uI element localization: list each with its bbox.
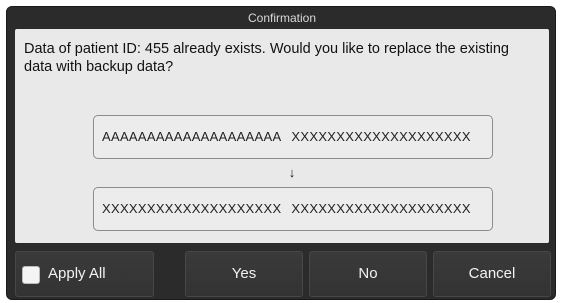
confirmation-message: Data of patient ID: 455 already exists. … [24,41,509,75]
confirmation-dialog: Confirmation Data of patient ID: 455 alr… [6,6,556,300]
button-bar: Apply All Yes No Cancel [7,251,557,299]
dialog-title: Confirmation [247,11,317,25]
existing-data-right: XXXXXXXXXXXXXXXXXXXX [291,129,471,144]
dialog-content: Data of patient ID: 455 already exists. … [15,29,549,243]
apply-all-toggle[interactable]: Apply All [15,251,154,297]
no-button[interactable]: No [309,251,427,297]
existing-data-left: AAAAAAAAAAAAAAAAAAAA [102,129,282,144]
apply-all-checkbox[interactable] [22,266,40,284]
backup-data-left: XXXXXXXXXXXXXXXXXXXX [102,201,282,216]
apply-all-label: Apply All [48,265,106,282]
cancel-button[interactable]: Cancel [433,251,551,297]
existing-data-box: AAAAAAAAAAAAAAAAAAAA XXXXXXXXXXXXXXXXXXXX [93,115,493,159]
backup-data-box: XXXXXXXXXXXXXXXXXXXX XXXXXXXXXXXXXXXXXXXX [93,187,493,231]
yes-button[interactable]: Yes [185,251,303,297]
backup-data-right: XXXXXXXXXXXXXXXXXXXX [291,201,471,216]
arrow-down-icon: ↓ [288,165,296,180]
